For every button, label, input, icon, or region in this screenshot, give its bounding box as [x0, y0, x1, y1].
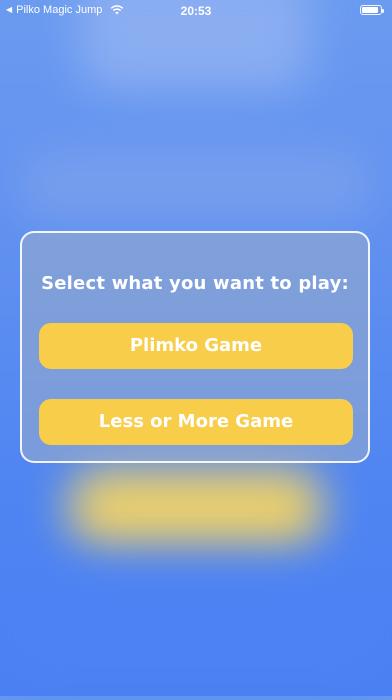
game-select-dialog: Select what you want to play: Plimko Gam… [20, 231, 370, 463]
battery-icon [360, 5, 384, 15]
plimko-game-button[interactable]: Plimko Game [39, 323, 353, 369]
dialog-title: Select what you want to play: [41, 273, 349, 294]
background-blur-bottom [0, 560, 392, 700]
status-time: 20:53 [180, 4, 212, 18]
status-bar: ◀ Pilko Magic Jump 20:53 [0, 0, 392, 22]
background-blur-mid [20, 150, 372, 220]
less-or-more-game-button[interactable]: Less or More Game [39, 399, 353, 445]
background-blur-button [70, 468, 322, 548]
